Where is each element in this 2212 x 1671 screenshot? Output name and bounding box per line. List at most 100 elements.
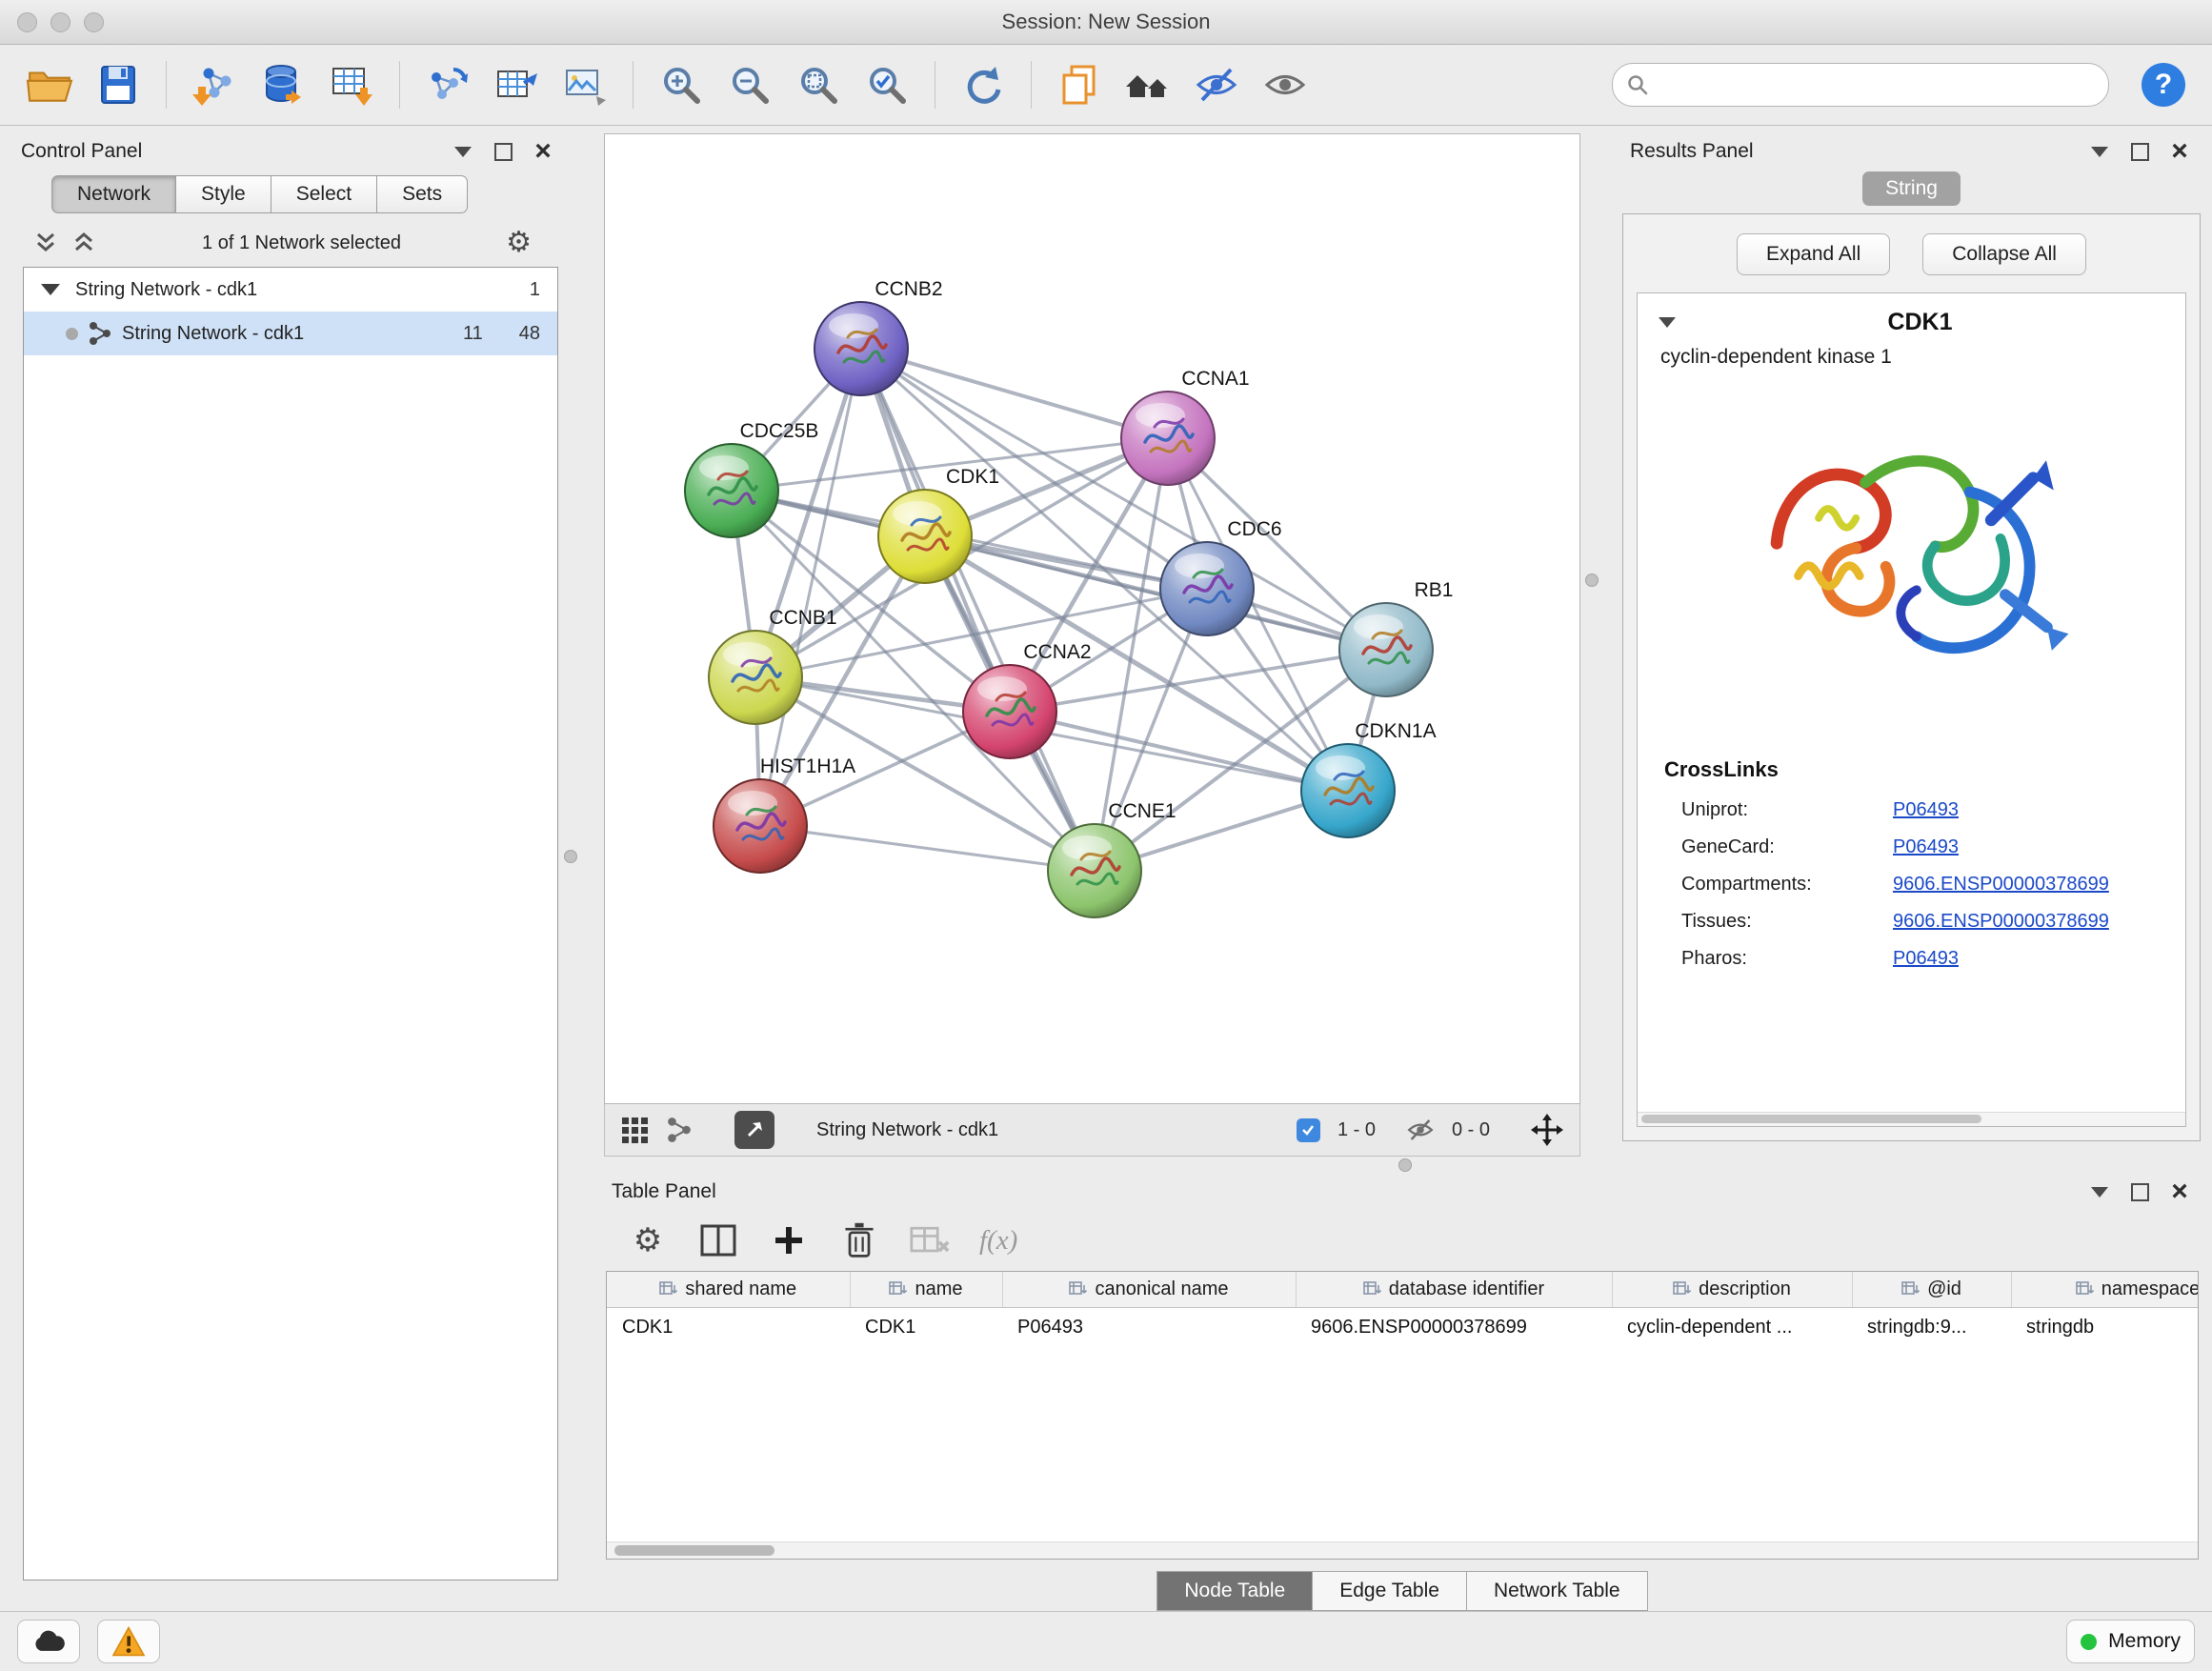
import-table-button[interactable] (321, 54, 382, 115)
network-edge[interactable] (861, 349, 1095, 871)
column-header-name[interactable]: name (850, 1272, 1002, 1308)
grid-view-icon[interactable] (620, 1116, 649, 1144)
import-network-file-button[interactable] (184, 54, 245, 115)
network-edge[interactable] (760, 826, 1095, 871)
tab-network-table[interactable]: Network Table (1467, 1571, 1648, 1611)
export-network-button[interactable] (417, 54, 478, 115)
zoom-out-button[interactable] (719, 54, 780, 115)
search-input[interactable] (1659, 73, 2095, 97)
column-header--id[interactable]: @id (1852, 1272, 2011, 1308)
tab-string[interactable]: String (1862, 171, 1961, 206)
open-in-window-button[interactable] (734, 1111, 774, 1149)
tab-network[interactable]: Network (51, 175, 176, 213)
tab-select[interactable]: Select (271, 175, 377, 213)
column-header-description[interactable]: description (1612, 1272, 1852, 1308)
splitter-handle[interactable] (564, 850, 577, 863)
birds-eye-toggle-icon[interactable] (1530, 1113, 1564, 1147)
crosslink-link[interactable]: P06493 (1893, 799, 1959, 821)
results-horizontal-scrollbar[interactable] (1638, 1112, 2185, 1126)
close-window-button[interactable] (17, 12, 37, 32)
float-panel-button[interactable] (490, 139, 516, 164)
gear-icon[interactable]: ⚙ (506, 229, 532, 257)
table-options-button[interactable]: ⚙ (627, 1219, 669, 1261)
network-node-ccna1[interactable]: CCNA1 (1121, 368, 1250, 485)
crosslink-link[interactable]: 9606.ENSP00000378699 (1893, 911, 2109, 933)
hide-selected-button[interactable] (1186, 54, 1247, 115)
close-panel-button[interactable]: × (2166, 1179, 2193, 1204)
table-row[interactable]: CDK1CDK1P064939606.ENSP00000378699cyclin… (607, 1308, 2198, 1348)
float-panel-button[interactable] (2126, 139, 2153, 164)
table-cell[interactable]: CDK1 (850, 1308, 1002, 1348)
column-header-database-identifier[interactable]: database identifier (1296, 1272, 1612, 1308)
home-button[interactable] (1117, 54, 1178, 115)
minimize-window-button[interactable] (50, 12, 70, 32)
expand-all-button[interactable]: Expand All (1737, 233, 1890, 275)
memory-button[interactable]: Memory (2066, 1620, 2195, 1663)
scrollbar-thumb[interactable] (1641, 1115, 1981, 1123)
open-session-button[interactable] (19, 54, 80, 115)
table-cell[interactable]: cyclin-dependent ... (1612, 1308, 1852, 1348)
column-header-shared-name[interactable]: shared name (607, 1272, 850, 1308)
tab-edge-table[interactable]: Edge Table (1313, 1571, 1467, 1611)
zoom-selected-button[interactable] (856, 54, 917, 115)
table-horizontal-scrollbar[interactable] (607, 1541, 2198, 1559)
warnings-button[interactable] (97, 1620, 160, 1663)
collapse-panel-button[interactable] (2086, 139, 2113, 164)
tab-sets[interactable]: Sets (377, 175, 468, 213)
function-builder-button[interactable]: f(x) (979, 1225, 1017, 1257)
search-field[interactable] (1612, 63, 2109, 107)
collapse-all-button[interactable]: Collapse All (1922, 233, 2086, 275)
collapse-gene-caret-icon[interactable] (1659, 317, 1676, 328)
export-table-button[interactable] (486, 54, 547, 115)
delete-column-button[interactable] (838, 1219, 880, 1261)
collapse-panel-button[interactable] (450, 139, 476, 164)
network-canvas[interactable]: CCNB2CCNA1CDC25BCDK1CDC6RB1CCNB1CCNA2CDK… (604, 133, 1580, 1104)
column-header-namespace[interactable]: namespace (2011, 1272, 2198, 1308)
hidden-eye-icon[interactable] (1406, 1116, 1435, 1144)
network-node-hist1h1a[interactable]: HIST1H1A (714, 755, 855, 873)
table-cell[interactable]: CDK1 (607, 1308, 850, 1348)
network-edge[interactable] (1010, 712, 1348, 791)
network-node-cdk1[interactable]: CDK1 (878, 466, 999, 583)
import-network-database-button[interactable] (252, 54, 313, 115)
expand-all-icon[interactable] (32, 232, 59, 254)
network-tree-child-row[interactable]: String Network - cdk1 11 48 (24, 312, 557, 355)
zoom-in-button[interactable] (651, 54, 712, 115)
cloud-status-button[interactable] (17, 1620, 80, 1663)
table-cell[interactable]: stringdb (2011, 1308, 2198, 1348)
crosslink-link[interactable]: P06493 (1893, 836, 1959, 858)
close-panel-button[interactable]: × (2166, 139, 2193, 164)
delete-table-button[interactable] (909, 1219, 951, 1261)
close-panel-button[interactable]: × (530, 139, 556, 164)
collapse-panel-button[interactable] (2086, 1179, 2113, 1204)
network-tree-root-row[interactable]: String Network - cdk1 1 (24, 268, 557, 312)
selected-checkbox-icon[interactable] (1297, 1118, 1320, 1142)
create-column-button[interactable] (768, 1219, 810, 1261)
table-cell[interactable]: 9606.ENSP00000378699 (1296, 1308, 1612, 1348)
zoom-fit-button[interactable] (788, 54, 849, 115)
refresh-button[interactable] (953, 54, 1014, 115)
copy-button[interactable] (1049, 54, 1110, 115)
zoom-window-button[interactable] (84, 12, 104, 32)
network-node-ccnb2[interactable]: CCNB2 (814, 278, 943, 395)
show-columns-button[interactable] (697, 1219, 739, 1261)
float-panel-button[interactable] (2126, 1179, 2153, 1204)
network-share-icon[interactable] (666, 1117, 693, 1143)
export-image-button[interactable] (554, 54, 615, 115)
table-cell[interactable]: stringdb:9... (1852, 1308, 2011, 1348)
network-graph[interactable]: CCNB2CCNA1CDC25BCDK1CDC6RB1CCNB1CCNA2CDK… (605, 134, 1579, 1103)
tab-node-table[interactable]: Node Table (1156, 1571, 1313, 1611)
table-cell[interactable]: P06493 (1002, 1308, 1296, 1348)
save-session-button[interactable] (88, 54, 149, 115)
splitter-handle[interactable] (1585, 574, 1599, 587)
crosslink-link[interactable]: 9606.ENSP00000378699 (1893, 874, 2109, 896)
column-header-canonical-name[interactable]: canonical name (1002, 1272, 1296, 1308)
scrollbar-thumb[interactable] (614, 1545, 774, 1556)
network-node-cdc25b[interactable]: CDC25B (685, 420, 818, 537)
show-all-button[interactable] (1255, 54, 1316, 115)
crosslink-link[interactable]: P06493 (1893, 948, 1959, 970)
tab-style[interactable]: Style (176, 175, 271, 213)
network-node-rb1[interactable]: RB1 (1339, 579, 1453, 696)
collapse-all-icon[interactable] (70, 232, 97, 254)
network-edge[interactable] (861, 349, 1168, 438)
